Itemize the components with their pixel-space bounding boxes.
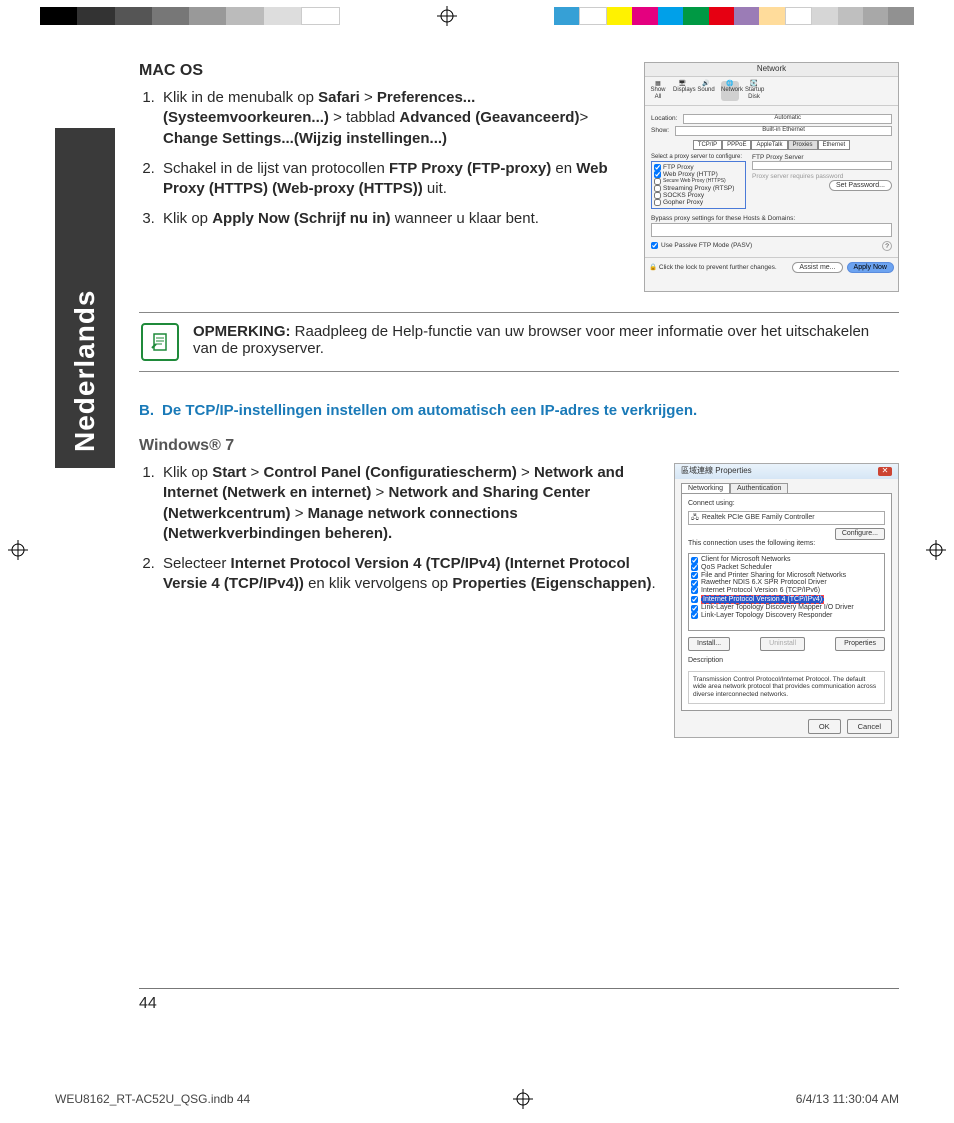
ftp-proxy-server-label: FTP Proxy Server: [752, 154, 892, 161]
lock-icon[interactable]: 🔒: [649, 264, 657, 271]
macos-steps: Klik in de menubalk op Safari > Preferen…: [139, 88, 626, 230]
web-proxy-checkbox[interactable]: [654, 171, 661, 178]
bypass-label: Bypass proxy settings for these Hosts & …: [651, 215, 892, 222]
proxy-protocol-list[interactable]: FTP Proxy Web Proxy (HTTP) Secure Web Pr…: [651, 161, 746, 210]
secure-proxy-checkbox[interactable]: [654, 178, 661, 185]
item-check[interactable]: [691, 612, 698, 619]
tab-networking[interactable]: Networking: [681, 483, 730, 494]
ftp-proxy-input[interactable]: [752, 161, 892, 170]
location-label: Location:: [651, 115, 677, 122]
window-title: Network: [645, 63, 898, 77]
ok-button[interactable]: OK: [808, 719, 841, 734]
displays-icon: 🖥Displays: [673, 81, 691, 101]
streaming-proxy-checkbox[interactable]: [654, 185, 661, 192]
show-label: Show:: [651, 127, 669, 134]
pwd-req-label: Proxy server requires password: [752, 173, 892, 180]
windows7-heading: Windows® 7: [139, 437, 899, 455]
lock-label: Click the lock to prevent further change…: [659, 264, 777, 271]
step-2: Schakel in de lijst van protocollen FTP …: [159, 159, 626, 200]
step-1: Klik in de menubalk op Safari > Preferen…: [159, 88, 626, 149]
tcpip4-item[interactable]: Internet Protocol Version 4 (TCP/IPv4): [701, 595, 824, 605]
sound-icon: 🔊Sound: [697, 81, 715, 101]
network-icon: 🌐Network: [721, 81, 739, 101]
location-select[interactable]: Automatic: [683, 114, 892, 124]
cancel-button[interactable]: Cancel: [847, 719, 892, 734]
set-password-button[interactable]: Set Password...: [829, 180, 892, 191]
pasv-label: Use Passive FTP Mode (PASV): [661, 242, 752, 249]
mac-tabs: TCP/IP PPPoE AppleTalk Proxies Ethernet: [651, 140, 892, 151]
page-content: Nederlands MAC OS Klik in de menubalk op…: [0, 32, 954, 1013]
desc-text: Transmission Control Protocol/Internet P…: [688, 671, 885, 704]
note-icon: [141, 323, 179, 361]
section-b-title: De TCP/IP-instellingen instellen om auto…: [162, 402, 697, 419]
tab-proxies[interactable]: Proxies: [788, 140, 818, 151]
macos-heading: MAC OS: [139, 62, 626, 80]
configure-button[interactable]: Configure...: [835, 528, 885, 540]
tab-pppoe[interactable]: PPPoE: [722, 140, 751, 151]
macos-network-screenshot: Network ▦Show All 🖥Displays 🔊Sound 🌐Netw…: [644, 62, 899, 292]
tab-appletalk[interactable]: AppleTalk: [751, 140, 787, 151]
item-check[interactable]: [691, 605, 698, 612]
assist-button[interactable]: Assist me...: [792, 262, 842, 274]
item-check[interactable]: [691, 557, 698, 564]
show-select[interactable]: Built-in Ethernet: [675, 126, 892, 136]
win-step-1: Klik op Start > Control Panel (Configura…: [159, 463, 656, 544]
win7-steps: Klik op Start > Control Panel (Configura…: [139, 463, 656, 595]
bypass-textarea[interactable]: [651, 223, 892, 237]
item-check[interactable]: [691, 587, 698, 594]
print-footer: WEU8162_RT-AC52U_QSG.indb 44 6/4/13 11:3…: [55, 1089, 899, 1109]
grayscale-bar: [40, 7, 340, 25]
color-bar: [554, 7, 914, 25]
uninstall-button[interactable]: Uninstall: [760, 637, 805, 651]
windows-properties-screenshot: 區域連線 Properties ✕ Networking Authenticat…: [674, 463, 899, 738]
adapter-field: 🖧 Realtek PCIe GBE Family Controller: [688, 511, 885, 525]
adapter-icon: 🖧: [691, 514, 699, 522]
print-header: [0, 0, 954, 32]
note-box: OPMERKING: Raadpleeg de Help-functie van…: [139, 312, 899, 372]
apply-now-button[interactable]: Apply Now: [847, 262, 894, 274]
item-check[interactable]: [691, 580, 698, 587]
language-tab: Nederlands: [55, 128, 115, 468]
gopher-proxy-checkbox[interactable]: [654, 199, 661, 206]
desc-label: Description: [688, 657, 885, 665]
section-b: B. De TCP/IP-instellingen instellen om a…: [139, 402, 899, 738]
item-check[interactable]: [691, 572, 698, 579]
registration-mark-icon: [437, 6, 457, 26]
protocol-list[interactable]: Client for Microsoft Networks QoS Packet…: [688, 553, 885, 631]
win-step-2: Selecteer Internet Protocol Version 4 (T…: [159, 554, 656, 595]
mac-toolbar: ▦Show All 🖥Displays 🔊Sound 🌐Network 💽Sta…: [645, 77, 898, 106]
step-3: Klik op Apply Now (Schrijf nu in) wannee…: [159, 209, 626, 229]
note-text: OPMERKING: Raadpleeg de Help-functie van…: [193, 323, 897, 357]
startup-disk-icon: 💽Startup Disk: [745, 81, 763, 101]
close-icon[interactable]: ✕: [878, 467, 892, 476]
tab-ethernet[interactable]: Ethernet: [818, 140, 851, 151]
item-check[interactable]: [691, 564, 698, 571]
win-window-title: 區域連線 Properties: [681, 467, 752, 476]
tab-authentication[interactable]: Authentication: [730, 483, 788, 494]
footer-file: WEU8162_RT-AC52U_QSG.indb 44: [55, 1092, 250, 1106]
registration-mark-icon: [513, 1089, 533, 1109]
install-button[interactable]: Install...: [688, 637, 730, 651]
show-all-icon: ▦Show All: [649, 81, 667, 101]
connect-using-label: Connect using:: [688, 500, 885, 508]
select-proxy-label: Select a proxy server to configure:: [651, 154, 746, 161]
tab-tcpip[interactable]: TCP/IP: [693, 140, 722, 151]
pasv-checkbox[interactable]: [651, 242, 658, 249]
help-icon[interactable]: ?: [882, 241, 892, 251]
item-check[interactable]: [691, 596, 698, 603]
section-b-prefix: B.: [139, 402, 154, 419]
page-number: 44: [139, 988, 899, 1013]
properties-button[interactable]: Properties: [835, 637, 885, 651]
uses-label: This connection uses the following items…: [688, 540, 885, 548]
ftp-proxy-checkbox[interactable]: [654, 164, 661, 171]
socks-proxy-checkbox[interactable]: [654, 192, 661, 199]
footer-date: 6/4/13 11:30:04 AM: [796, 1092, 899, 1106]
